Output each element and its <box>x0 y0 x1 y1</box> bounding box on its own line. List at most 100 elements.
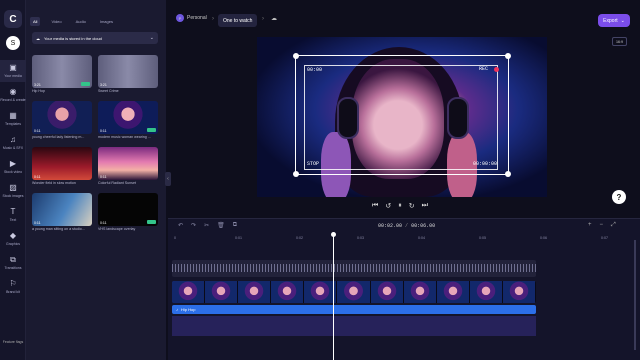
duplicate-icon[interactable]: ⧉ <box>233 222 237 229</box>
media-panel <box>26 0 166 360</box>
rail-item-graphics[interactable]: ◆ Graphics <box>0 228 26 250</box>
rail-item-folder[interactable]: ▣ Your media <box>0 60 26 82</box>
cloud-saved-icon: ☁ <box>271 16 277 22</box>
selection-box[interactable] <box>293 53 511 177</box>
playhead-handle[interactable] <box>331 232 336 237</box>
rec-label: REC <box>479 66 489 72</box>
audio-track-clip[interactable] <box>172 260 536 277</box>
resize-handle[interactable] <box>293 53 299 59</box>
music-note-icon: ♪ <box>176 307 178 312</box>
skip-forward-icon[interactable]: ⏭ <box>422 202 428 210</box>
collapse-panel-button[interactable]: ‹ <box>165 172 171 186</box>
media-thumbnail[interactable]: 0:11 <box>32 147 92 180</box>
cloud-icon: ☁ <box>36 35 40 41</box>
delete-icon[interactable]: 🗑 <box>217 222 225 229</box>
tab-audio[interactable]: Audio <box>73 17 89 26</box>
added-badge-icon <box>147 220 156 224</box>
text-icon: T <box>10 207 16 216</box>
filmstrip-frame <box>469 281 503 303</box>
fit-timeline-icon[interactable]: ⤢ <box>611 222 616 229</box>
cloud-notice-text: Your media is stored in the cloud <box>44 35 102 41</box>
workspace-switcher[interactable]: P Personal <box>176 14 207 22</box>
media-caption: young cheerful lady listening m... <box>32 135 85 139</box>
stock-video-icon: ▶ <box>9 159 17 168</box>
music-icon: ♫ <box>10 135 16 144</box>
media-duration: 3:21 <box>34 83 41 87</box>
pause-icon[interactable]: ⏸ <box>398 202 402 210</box>
media-thumbnail[interactable]: 0:11 <box>98 101 158 134</box>
media-thumbnail[interactable]: 3:21 <box>32 55 92 88</box>
media-caption: Sweet Crime <box>98 89 119 93</box>
rail-item-brand-kit[interactable]: ⚐ Brand kit <box>0 276 26 298</box>
brand-kit-icon: ⚐ <box>9 279 17 288</box>
resize-handle[interactable] <box>293 171 299 177</box>
filmstrip-frame <box>271 281 305 303</box>
skip-back-icon[interactable]: ⏮ <box>372 202 378 210</box>
ruler-tick-label: 0:02 <box>296 236 303 240</box>
empty-track-lane[interactable] <box>172 316 536 336</box>
media-thumbnail[interactable]: 0:11 <box>98 193 158 226</box>
media-duration: 0:11 <box>100 175 107 179</box>
resize-handle[interactable] <box>505 53 511 59</box>
media-duration: 0:11 <box>34 175 41 179</box>
workspace-name: Personal <box>187 15 207 21</box>
tab-all[interactable]: All <box>30 17 41 26</box>
rail-item-transitions[interactable]: ⧉ Transitions <box>0 252 26 274</box>
rail-item-templates[interactable]: ▦ Templates <box>0 108 26 130</box>
added-badge-icon <box>147 128 156 132</box>
filmstrip-frame <box>337 281 371 303</box>
ruler-tick-label: 0:03 <box>357 236 364 240</box>
tab-images[interactable]: Images <box>97 17 116 26</box>
app-logo[interactable]: C <box>4 10 22 28</box>
overlay-stop-label: STOP <box>307 161 320 167</box>
split-icon[interactable]: ✂ <box>204 222 209 229</box>
timeline-toolbar: ↶ ↷ ✂ 🗑 ⧉ <box>178 222 237 229</box>
feature-flags-link[interactable]: Feature flags <box>0 340 26 344</box>
media-thumbnail[interactable]: 0:11 <box>32 101 92 134</box>
rail-item-stock-images[interactable]: ▨ Stock images <box>0 180 26 202</box>
timecode-current-fraction: .00 <box>393 223 403 229</box>
forward-5s-icon[interactable]: ↻ <box>409 202 415 210</box>
timeline-scrollbar[interactable] <box>634 240 636 350</box>
filmstrip-frame <box>370 281 404 303</box>
undo-icon[interactable]: ↶ <box>178 222 183 229</box>
media-caption: modern music woman wearing ... <box>98 135 151 139</box>
rewind-5s-icon[interactable]: ↺ <box>385 202 391 210</box>
media-caption: Hip Hop <box>32 89 45 93</box>
media-thumbnail[interactable]: 3:21 <box>98 55 158 88</box>
project-title[interactable]: One to watch <box>218 14 258 27</box>
user-avatar[interactable]: S <box>6 36 20 50</box>
rail-item-text[interactable]: T Text <box>0 204 26 226</box>
playhead[interactable] <box>333 234 334 360</box>
redo-icon[interactable]: ↷ <box>191 222 196 229</box>
stock-images-icon: ▨ <box>9 183 17 192</box>
rail-item-label: Transitions <box>4 266 22 270</box>
rail-item-label: Text <box>9 218 17 222</box>
export-button[interactable]: Export ⌄ <box>598 14 630 27</box>
media-thumbnail[interactable]: 0:11 <box>98 147 158 180</box>
record-icon: ◉ <box>9 87 17 96</box>
ruler-tick-label: 0 <box>174 236 176 240</box>
rail-item-music[interactable]: ♫ Music & SFX <box>0 132 26 154</box>
video-track-clip[interactable] <box>172 281 536 303</box>
zoom-controls: + − ⤢ <box>588 222 616 229</box>
transitions-icon: ⧉ <box>10 255 16 264</box>
aspect-ratio-button[interactable]: 16:9 <box>612 37 627 46</box>
resize-handle[interactable] <box>505 171 511 177</box>
filmstrip-frame <box>502 281 536 303</box>
templates-icon: ▦ <box>9 111 17 120</box>
rail-item-record[interactable]: ◉ Record & create <box>0 84 26 106</box>
overlay-counter-label: 00:00:00 <box>473 161 498 167</box>
zoom-out-icon[interactable]: − <box>600 222 604 229</box>
zoom-in-icon[interactable]: + <box>588 222 592 229</box>
media-thumbnail[interactable]: 0:11 <box>32 193 92 226</box>
cloud-storage-notice[interactable]: ☁ Your media is stored in the cloud ⌄ <box>32 32 158 44</box>
rail-item-stock-video[interactable]: ▶ Stock video <box>0 156 26 178</box>
video-preview[interactable]: 00:00 REC STOP 00:00:00 <box>257 37 547 197</box>
help-button[interactable]: ? <box>612 190 626 204</box>
music-track-clip[interactable]: ♪ Hip Hop <box>172 305 536 314</box>
export-label: Export <box>603 17 618 24</box>
tab-video[interactable]: Video <box>48 17 64 26</box>
timecode-slash: / <box>405 223 409 229</box>
media-caption: Wonder field in slow motion <box>32 181 76 185</box>
